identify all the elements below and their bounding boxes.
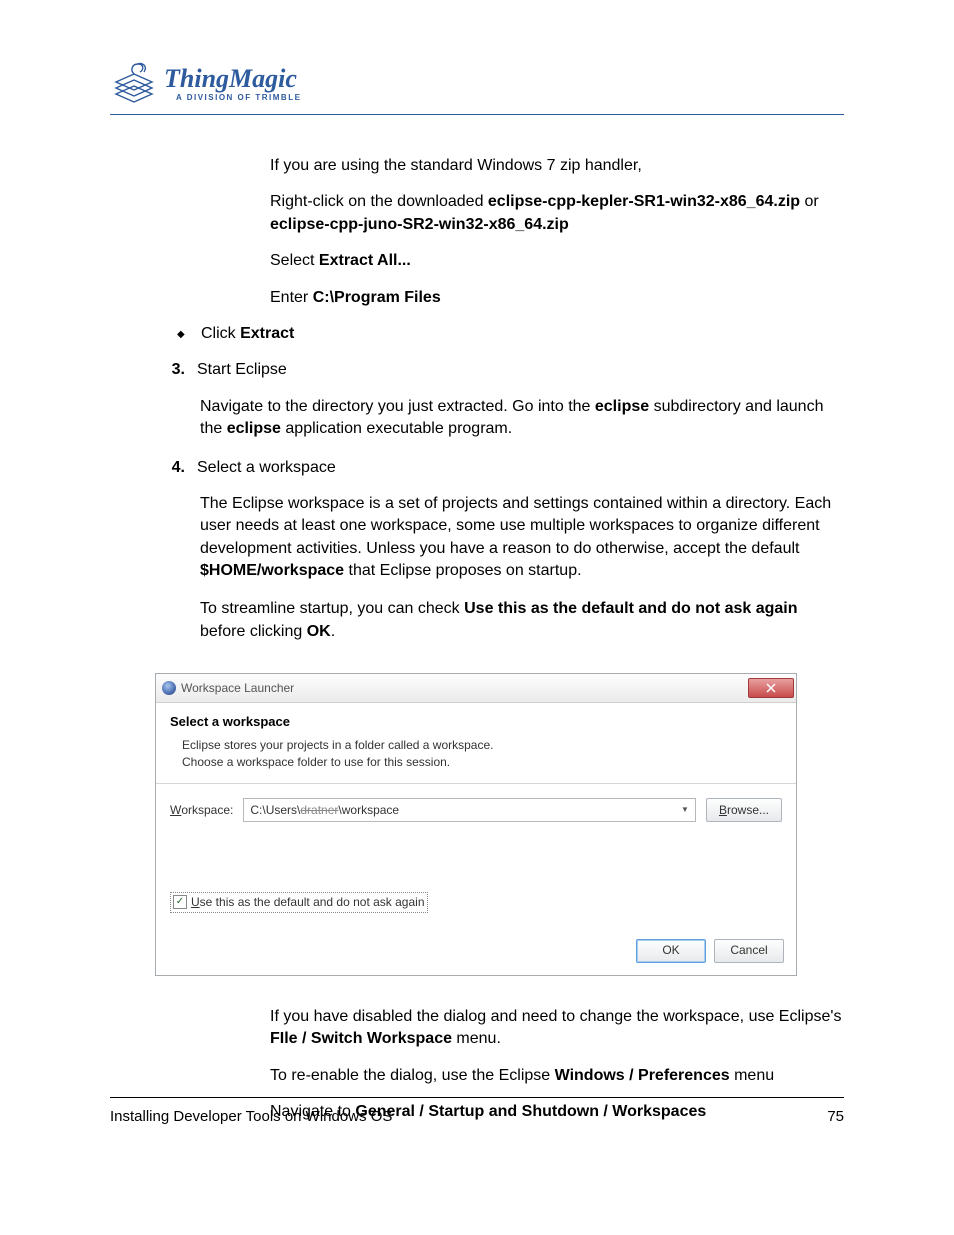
text: To re-enable the dialog, use the Eclipse [270, 1067, 555, 1084]
workspace-launcher-dialog: Workspace Launcher Select a workspace Ec… [155, 673, 797, 976]
step-3-body: Navigate to the directory you just extra… [200, 396, 844, 441]
step-4-body-1: The Eclipse workspace is a set of projec… [200, 493, 844, 583]
workspace-combo[interactable]: C:\Users\dratner\workspace ▼ [243, 798, 696, 822]
dialog-footer: OK Cancel [156, 931, 796, 975]
ok-button[interactable]: OK [636, 939, 706, 963]
step-number: 3. [165, 359, 185, 381]
eclipse-icon [162, 681, 176, 695]
paragraph: Right-click on the downloaded eclipse-cp… [270, 191, 844, 236]
chevron-down-icon[interactable]: ▼ [681, 804, 689, 815]
button-name-text: Extract [240, 325, 294, 342]
step-4: 4. Select a workspace [165, 457, 844, 479]
text: The Eclipse workspace is a set of projec… [200, 495, 831, 557]
step-title: Select a workspace [197, 457, 336, 479]
path-text: C:\Program Files [313, 289, 441, 306]
option-text: Use this as the default and do not ask a… [464, 600, 797, 617]
text: Right-click on the downloaded [270, 193, 488, 210]
page-number: 75 [827, 1108, 844, 1125]
step-title: Start Eclipse [197, 359, 287, 381]
workspace-value: C:\Users\dratner\workspace [250, 802, 399, 819]
dialog-titlebar: Workspace Launcher [156, 674, 796, 703]
dialog-desc-line: Eclipse stores your projects in a folder… [182, 737, 782, 754]
step-number: 4. [165, 457, 185, 479]
footer-title: Installing Developer Tools on Windows OS [110, 1108, 392, 1125]
text: Click [201, 325, 240, 342]
text: If you have disabled the dialog and need… [270, 1008, 841, 1025]
cancel-button[interactable]: Cancel [714, 939, 784, 963]
dialog-heading: Select a workspace [170, 713, 782, 731]
text: that Eclipse proposes on startup. [344, 562, 581, 579]
logo: ThingMagic A DIVISION OF TRIMBLE [110, 60, 301, 108]
main-content: If you are using the standard Windows 7 … [110, 155, 844, 1123]
paragraph: If you have disabled the dialog and need… [270, 1006, 844, 1051]
paragraph: If you are using the standard Windows 7 … [270, 155, 844, 177]
checkbox-label: Use this as the default and do not ask a… [191, 894, 425, 911]
text: application executable program. [281, 420, 512, 437]
dialog-title-text: Workspace Launcher [181, 680, 294, 697]
logo-icon [110, 60, 158, 108]
workspace-label: Workspace: [170, 802, 233, 819]
logo-subtitle: A DIVISION OF TRIMBLE [164, 94, 301, 102]
bullet-item: ◆ Click Extract [177, 323, 844, 345]
close-button[interactable] [748, 678, 794, 698]
path-text: $HOME/workspace [200, 562, 344, 579]
step-4-body-2: To streamline startup, you can check Use… [200, 598, 844, 643]
appname: eclipse [227, 420, 281, 437]
paragraph: To re-enable the dialog, use the Eclipse… [270, 1065, 844, 1087]
text: . [331, 623, 335, 640]
menu-path-text: Windows / Preferences [555, 1067, 730, 1084]
text: or [800, 193, 819, 210]
dirname: eclipse [595, 398, 649, 415]
text: Select [270, 252, 319, 269]
text: Enter [270, 289, 313, 306]
menu-item-text: Extract All... [319, 252, 411, 269]
dialog-body: Workspace: C:\Users\dratner\workspace ▼ … [156, 784, 796, 931]
checkbox-checked-icon[interactable]: ✓ [173, 895, 187, 909]
logo-name: ThingMagic [164, 66, 301, 92]
text: before clicking [200, 623, 307, 640]
text: To streamline startup, you can check [200, 600, 464, 617]
paragraph: Select Extract All... [270, 250, 844, 272]
dialog-header: Select a workspace Eclipse stores your p… [156, 703, 796, 784]
step-3: 3. Start Eclipse [165, 359, 844, 381]
button-name-text: OK [307, 623, 331, 640]
text: menu [730, 1067, 774, 1084]
menu-path-text: FIle / Switch Workspace [270, 1030, 452, 1047]
bullet-marker: ◆ [177, 323, 183, 345]
filename: eclipse-cpp-juno-SR2-win32-x86_64.zip [270, 216, 569, 233]
default-checkbox-row[interactable]: ✓ Use this as the default and do not ask… [170, 892, 428, 913]
text: Navigate to the directory you just extra… [200, 398, 595, 415]
bullet-text: Click Extract [201, 323, 294, 345]
browse-button[interactable]: Browse... [706, 798, 782, 822]
page-footer: Installing Developer Tools on Windows OS… [110, 1097, 844, 1125]
dialog-desc-line: Choose a workspace folder to use for thi… [182, 754, 782, 771]
paragraph: Enter C:\Program Files [270, 287, 844, 309]
text: menu. [452, 1030, 501, 1047]
close-icon [766, 683, 776, 693]
filename: eclipse-cpp-kepler-SR1-win32-x86_64.zip [488, 193, 800, 210]
page-header: ThingMagic A DIVISION OF TRIMBLE [110, 60, 844, 115]
